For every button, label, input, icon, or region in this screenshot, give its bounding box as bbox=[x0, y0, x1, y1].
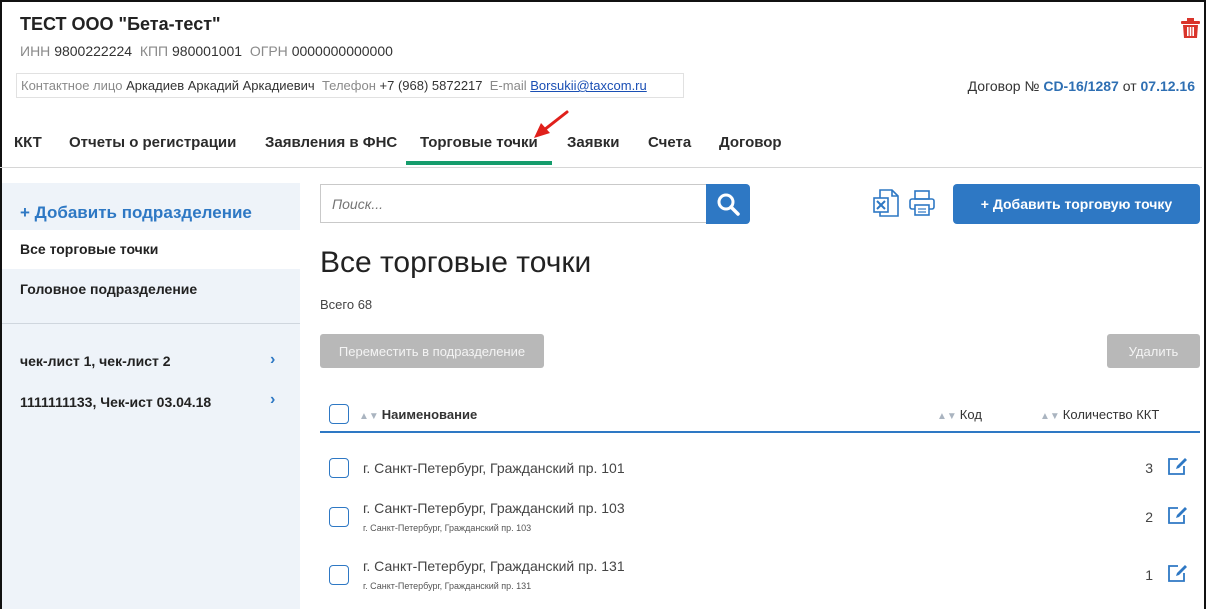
sort-icon: ▲▼ bbox=[359, 411, 379, 422]
email-link[interactable]: Borsukii@taxcom.ru bbox=[530, 78, 647, 93]
tab-kkt[interactable]: ККТ bbox=[14, 134, 42, 151]
row-subtitle: г. Санкт-Петербург, Гражданский пр. 131 bbox=[363, 581, 532, 591]
move-to-division-button[interactable]: Переместить в подразделение bbox=[320, 334, 544, 368]
tab-fns-applications[interactable]: Заявления в ФНС bbox=[265, 134, 397, 151]
chevron-right-icon[interactable]: › bbox=[270, 351, 275, 369]
page-title: Все торговые точки bbox=[320, 246, 592, 279]
chevron-right-icon[interactable]: › bbox=[270, 391, 275, 409]
row-checkbox[interactable] bbox=[329, 507, 349, 527]
row-name[interactable]: г. Санкт-Петербург, Гражданский пр. 131 bbox=[363, 558, 625, 574]
sort-icon: ▲▼ bbox=[937, 411, 957, 422]
total-count: Всего 68 bbox=[320, 297, 373, 312]
tab-contract[interactable]: Договор bbox=[719, 134, 782, 151]
org-ids: ИНН 9800222224 КПП 980001001 ОГРН 000000… bbox=[20, 43, 393, 59]
trash-icon[interactable] bbox=[1181, 18, 1200, 38]
sidebar: + Добавить подразделение Все торговые то… bbox=[2, 183, 300, 609]
contact-person-label: Контактное лицо bbox=[21, 78, 123, 93]
column-code-label: Код bbox=[959, 407, 982, 422]
row-kkt-count: 1 bbox=[1145, 567, 1153, 583]
tab-bar: ККТ Отчеты о регистрации Заявления в ФНС… bbox=[0, 120, 1202, 168]
row-checkbox[interactable] bbox=[329, 565, 349, 585]
tab-invoices[interactable]: Счета bbox=[648, 134, 691, 151]
row-checkbox[interactable] bbox=[329, 458, 349, 478]
add-division-link[interactable]: + Добавить подразделение bbox=[20, 203, 252, 223]
sidebar-item-checklist-2[interactable]: 1111111133, Чек-ист 03.04.18 bbox=[20, 394, 211, 410]
red-arrow-icon bbox=[534, 110, 569, 138]
row-name[interactable]: г. Санкт-Петербург, Гражданский пр. 103 bbox=[363, 500, 625, 516]
sidebar-item-checklist[interactable]: чек-лист 1, чек-лист 2 bbox=[20, 353, 171, 369]
contact-person: Аркадиев Аркадий Аркадиевич bbox=[126, 78, 315, 93]
delete-button[interactable]: Удалить bbox=[1107, 334, 1200, 368]
kpp-label: КПП bbox=[139, 43, 169, 59]
edit-icon[interactable] bbox=[1167, 505, 1189, 525]
row-subtitle: г. Санкт-Петербург, Гражданский пр. 103 bbox=[363, 523, 532, 533]
edit-icon[interactable] bbox=[1167, 456, 1189, 476]
column-code-header[interactable]: ▲▼ Код bbox=[937, 407, 982, 422]
ogrn-label: ОГРН bbox=[249, 43, 288, 59]
phone-value: +7 (968) 5872217 bbox=[379, 78, 483, 93]
contract-info: Договор № CD-16/1287 от 07.12.16 bbox=[968, 78, 1195, 94]
sidebar-item-head-division[interactable]: Головное подразделение bbox=[20, 281, 197, 297]
column-kkt-count-label: Количество ККТ bbox=[1062, 407, 1160, 422]
search-input[interactable] bbox=[320, 184, 708, 223]
search-icon bbox=[717, 193, 740, 216]
row-kkt-count: 2 bbox=[1145, 509, 1153, 525]
select-all-checkbox[interactable] bbox=[329, 404, 349, 424]
phone-label: Телефон bbox=[321, 78, 376, 93]
org-title: ТЕСТ ООО "Бета-тест" bbox=[20, 14, 221, 34]
add-trade-point-button[interactable]: + Добавить торговую точку bbox=[953, 184, 1200, 224]
excel-export-icon[interactable] bbox=[873, 189, 899, 217]
contract-number[interactable]: CD-16/1287 bbox=[1043, 78, 1119, 94]
inn-value: 9800222224 bbox=[54, 43, 133, 59]
printer-icon[interactable] bbox=[908, 189, 936, 217]
row-name[interactable]: г. Санкт-Петербург, Гражданский пр. 101 bbox=[363, 460, 625, 476]
sidebar-divider bbox=[2, 323, 300, 324]
contact-box: Контактное лицо Аркадиев Аркадий Аркадие… bbox=[16, 73, 684, 98]
contract-from-label: от bbox=[1122, 78, 1137, 94]
tab-trade-points[interactable]: Торговые точки bbox=[420, 134, 538, 151]
tab-requests[interactable]: Заявки bbox=[567, 134, 619, 151]
contract-date: 07.12.16 bbox=[1140, 78, 1196, 94]
search-button[interactable] bbox=[706, 184, 750, 224]
kpp-value: 980001001 bbox=[172, 43, 243, 59]
table-header: ▲▼ Наименование ▲▼ Код ▲▼ Количество ККТ bbox=[320, 396, 1200, 433]
column-name-header[interactable]: ▲▼ Наименование bbox=[359, 407, 477, 422]
sort-icon: ▲▼ bbox=[1040, 411, 1060, 422]
email-label: E-mail bbox=[489, 78, 527, 93]
column-name-label: Наименование bbox=[381, 407, 478, 422]
edit-icon[interactable] bbox=[1167, 563, 1189, 583]
ogrn-value: 0000000000000 bbox=[291, 43, 393, 59]
tab-registration-reports[interactable]: Отчеты о регистрации bbox=[69, 134, 236, 151]
inn-label: ИНН bbox=[20, 43, 51, 59]
row-kkt-count: 3 bbox=[1145, 460, 1153, 476]
column-kkt-count-header[interactable]: ▲▼ Количество ККТ bbox=[1040, 407, 1159, 422]
active-tab-indicator bbox=[406, 161, 552, 165]
sidebar-item-all-trade-points[interactable]: Все торговые точки bbox=[2, 230, 300, 269]
contract-label: Договор № bbox=[967, 78, 1040, 94]
